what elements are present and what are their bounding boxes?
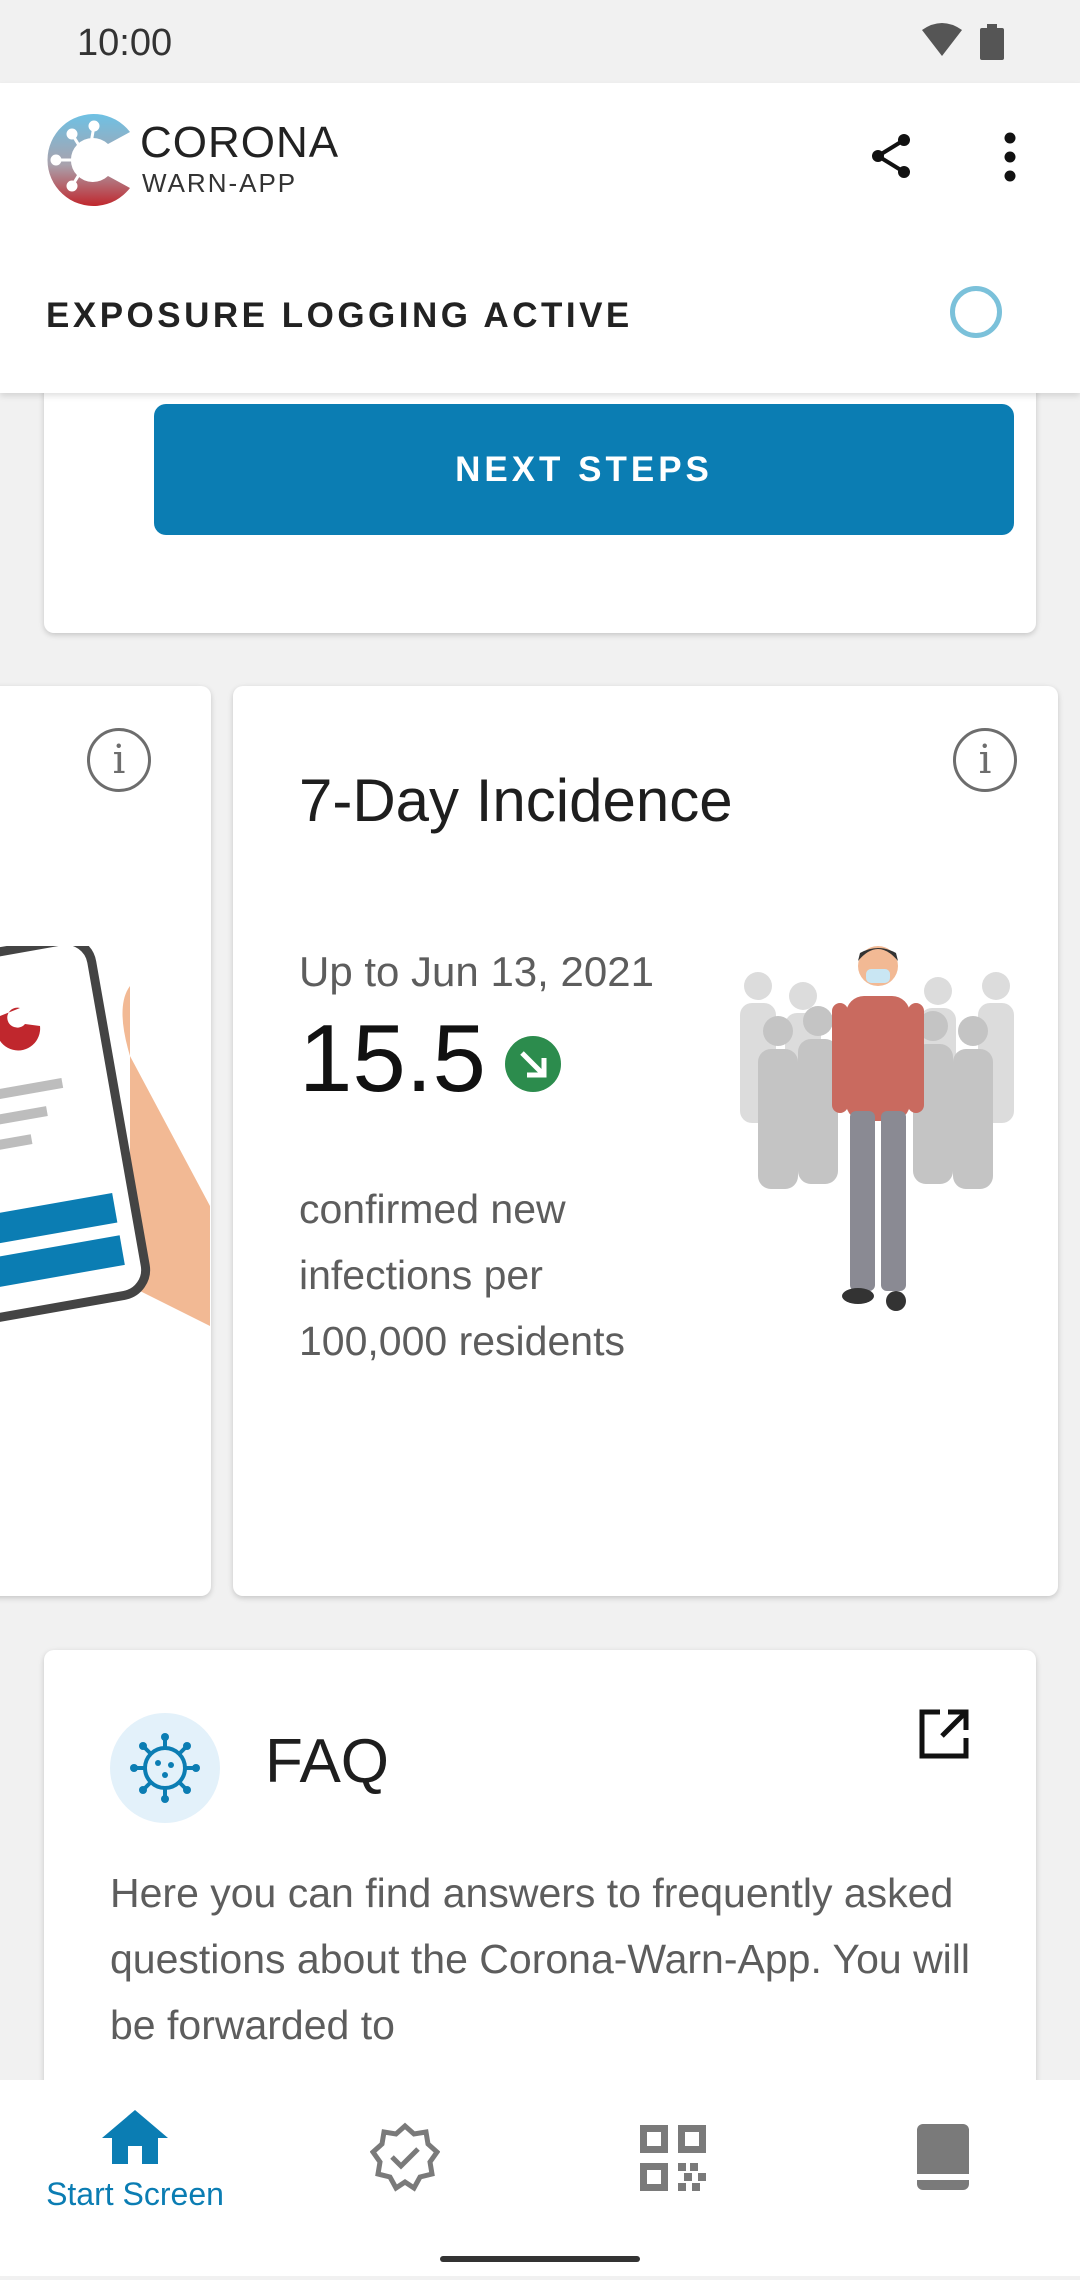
brand-name: CORONA [140,118,340,167]
home-scroll-content: NEXT STEPS i i 7-Day Incidence Up to Jun… [0,393,1080,2080]
incidence-title: 7-Day Incidence [299,767,733,834]
corona-warn-app-logo [42,110,134,215]
crowd-illustration [728,941,1028,1346]
nav-check-in[interactable] [540,2080,810,2276]
incidence-description: confirmed new infections per 100,000 res… [299,1186,625,1364]
faq-virus-icon [110,1713,220,1823]
faq-body-text: Here you can find answers to frequently … [110,1870,970,2048]
certificate-check-icon [369,2122,441,2197]
battery-icon [980,24,1004,65]
nav-start-screen[interactable]: Start Screen [0,2080,270,2276]
status-time: 10:00 [77,22,173,64]
bottom-navigation: Start Screen [0,2080,1080,2276]
statistics-card-partial[interactable]: i [0,686,211,1596]
nav-start-screen-label: Start Screen [46,2176,224,2212]
faq-title: FAQ [265,1727,390,1796]
info-icon[interactable]: i [87,728,151,792]
incidence-date: Up to Jun 13, 2021 [299,948,654,995]
trend-down-icon [505,1036,561,1092]
gesture-handle[interactable] [440,2256,640,2262]
incidence-card[interactable]: i 7-Day Incidence Up to Jun 13, 2021 15.… [233,686,1058,1596]
faq-card[interactable]: FAQ Here you can find answers to frequen… [44,1650,1036,2080]
risk-card: NEXT STEPS [44,393,1036,633]
qr-code-icon [640,2125,706,2196]
nav-contact-diary[interactable] [810,2080,1080,2276]
info-icon[interactable]: i [953,728,1017,792]
exposure-logging-status[interactable]: EXPOSURE LOGGING ACTIVE [46,296,633,336]
incidence-value: 15.5 [299,1005,486,1112]
brand-subname: WARN-APP [142,168,298,198]
next-steps-button[interactable]: NEXT STEPS [154,404,1014,535]
more-vert-icon[interactable] [1000,132,1020,187]
exposure-status-indicator [950,286,1002,338]
diary-book-icon [915,2122,971,2197]
nav-certificates[interactable] [270,2080,540,2276]
home-icon [100,2108,170,2171]
wifi-icon [920,22,964,63]
phone-illustration [0,935,211,1371]
open-external-icon[interactable] [916,1706,972,1767]
share-icon[interactable] [868,132,916,185]
